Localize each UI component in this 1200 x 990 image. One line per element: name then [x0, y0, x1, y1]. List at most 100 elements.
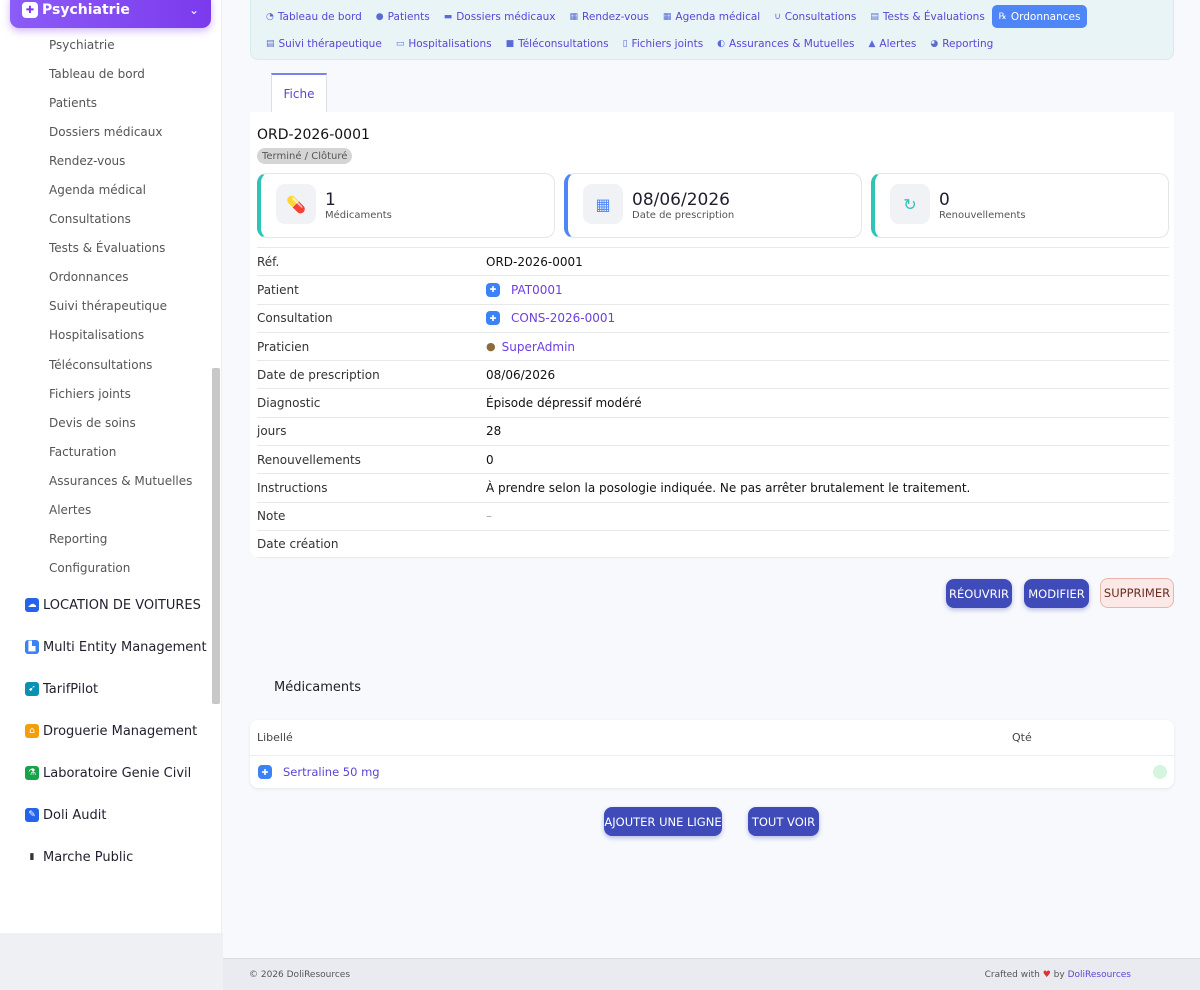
- app-doli-audit[interactable]: ✎ Doli Audit: [0, 794, 212, 836]
- store-icon: ⌂: [25, 724, 39, 738]
- reopen-button[interactable]: RÉOUVRIR: [946, 579, 1012, 608]
- see-all-button[interactable]: TOUT VOIR: [748, 807, 819, 836]
- status-badge: Terminé / Clôturé: [257, 148, 353, 164]
- app-droguerie-management[interactable]: ⌂ Droguerie Management: [0, 710, 212, 752]
- topnav-agenda-medical[interactable]: ▦ Agenda médical: [656, 5, 767, 28]
- sidebar-item-fichiers-joints[interactable]: Fichiers joints: [0, 379, 212, 408]
- sidebar-item-assurances-mutuelles[interactable]: Assurances & Mutuelles: [0, 466, 212, 495]
- stat-card-date-de-prescription: ▦ 08/06/2026 Date de prescription: [564, 173, 862, 238]
- copyright: © 2026 DoliResources: [249, 969, 351, 980]
- field-value[interactable]: ● SuperAdmin: [486, 340, 575, 354]
- footer-brand-link[interactable]: DoliResources: [1068, 970, 1131, 980]
- stethoscope-icon: ∪: [774, 11, 781, 22]
- topnav-alertes[interactable]: ▲ Alertes: [862, 32, 924, 55]
- sidebar-item-hospitalisations[interactable]: Hospitalisations: [0, 321, 212, 350]
- clipboard-icon: ▤: [870, 11, 879, 22]
- chevron-down-icon: ⌄: [188, 3, 199, 17]
- sidebar-item-psychiatrie[interactable]: Psychiatrie: [0, 30, 212, 59]
- field-row-jours: jours 28: [257, 416, 1169, 445]
- field-label: Instructions: [257, 481, 328, 496]
- sidebar-item-ordonnances[interactable]: Ordonnances: [0, 263, 212, 292]
- sidebar-item-tests-evaluations[interactable]: Tests & Évaluations: [0, 234, 212, 263]
- app-label: Marche Public: [43, 849, 134, 865]
- sidebar-item-agenda-medical[interactable]: Agenda médical: [0, 175, 212, 204]
- app-tarifpilot[interactable]: ➹ TarifPilot: [0, 668, 212, 710]
- field-value: À prendre selon la posologie indiquée. N…: [486, 481, 971, 496]
- topnav-suivi-therapeutique[interactable]: ▤ Suivi thérapeutique: [259, 32, 389, 55]
- record-fields: Réf. ORD-2026-0001 Patient ✚ PAT0001 Consulta…: [257, 247, 1169, 559]
- topnav-tests-evaluations[interactable]: ▤ Tests & Évaluations: [863, 5, 991, 28]
- sidebar-item-configuration[interactable]: Configuration: [0, 554, 212, 583]
- shield-icon: ◐: [717, 38, 726, 49]
- tab-fiche[interactable]: Fiche: [271, 73, 327, 113]
- warning-icon: ▲: [868, 38, 876, 49]
- sidebar-item-facturation[interactable]: Facturation: [0, 437, 212, 466]
- app-label: Doli Audit: [43, 807, 107, 823]
- notes-icon: ▤: [266, 38, 275, 49]
- document-icon: ▮: [29, 852, 35, 862]
- topnav-consultations[interactable]: ∪ Consultations: [767, 5, 863, 28]
- topnav-tableau-de-bord[interactable]: ◔ Tableau de bord: [259, 5, 369, 28]
- sidebar-footer-area: [0, 933, 223, 990]
- topnav-dossiers-medicaux[interactable]: ▬ Dossiers médicaux: [437, 5, 563, 28]
- field-row-renouvellements: Renouvellements 0: [257, 445, 1169, 473]
- sidebar-item-devis-de-soins[interactable]: Devis de soins: [0, 408, 212, 437]
- app-marche-public[interactable]: ▮ Marche Public: [0, 836, 212, 878]
- sidebar-item-patients[interactable]: Patients: [0, 88, 212, 117]
- sidebar-item-teleconsultations[interactable]: Téléconsultations: [0, 350, 212, 379]
- module-menu-psychiatrie[interactable]: ✚ Psychiatrie ⌄: [10, 0, 211, 28]
- delete-button[interactable]: SUPPRIMER: [1100, 578, 1174, 608]
- sidebar-item-alertes[interactable]: Alertes: [0, 496, 212, 525]
- field-value[interactable]: ✚ PAT0001: [486, 282, 563, 297]
- record-chip-icon: ✚: [486, 282, 500, 297]
- sidebar-scrollbar[interactable]: [212, 368, 220, 704]
- topnav-patients[interactable]: ● Patients: [369, 5, 437, 28]
- topnav-reporting[interactable]: ◕ Reporting: [923, 32, 1000, 55]
- status-dot-icon: [1153, 765, 1167, 779]
- field-label: Date de prescription: [257, 367, 380, 382]
- topnav-fichiers-joints[interactable]: ▯ Fichiers joints: [616, 32, 711, 55]
- sidebar-item-tableau-de-bord[interactable]: Tableau de bord: [0, 59, 212, 88]
- app-label: Multi Entity Management: [43, 639, 207, 655]
- stat-value: 0: [939, 190, 950, 210]
- add-line-button[interactable]: AJOUTER UNE LIGNE: [604, 807, 722, 836]
- refresh-icon: ↻: [890, 184, 930, 224]
- field-row-consultation: Consultation ✚ CONS-2026-0001: [257, 303, 1169, 332]
- medication-label[interactable]: Sertraline 50 mg: [283, 765, 380, 779]
- app-label: TarifPilot: [43, 681, 99, 697]
- app-laboratoire-genie-civil[interactable]: ⚗ Laboratoire Genie Civil: [0, 752, 212, 794]
- field-value[interactable]: ✚ CONS-2026-0001: [486, 311, 615, 326]
- stat-card-medicaments: 💊 1 Médicaments: [257, 173, 555, 238]
- sidebar-item-suivi-therapeutique[interactable]: Suivi thérapeutique: [0, 292, 212, 321]
- pie-chart-icon: ◕: [930, 38, 939, 49]
- field-value: ORD-2026-0001: [486, 254, 583, 269]
- file-icon: ▯: [622, 38, 628, 49]
- table-row[interactable]: ✚ Sertraline 50 mg: [250, 756, 1174, 788]
- app-list: ☁ LOCATION DE VOITURES ▙ Multi Entity Manag…: [0, 584, 212, 878]
- topnav-ordonnances[interactable]: ℞ Ordonnances: [991, 5, 1088, 28]
- sidebar-item-consultations[interactable]: Consultations: [0, 205, 212, 234]
- topnav-rendez-vous[interactable]: ▦ Rendez-vous: [563, 5, 656, 28]
- app-multi-entity-management[interactable]: ▙ Multi Entity Management: [0, 626, 212, 668]
- module-label: Psychiatrie: [42, 2, 130, 18]
- medications-title: Médicaments: [274, 680, 361, 695]
- sidebar-item-rendez-vous[interactable]: Rendez-vous: [0, 146, 212, 175]
- calendar-icon: ▦: [583, 184, 623, 224]
- topnav-hospitalisations[interactable]: ▭ Hospitalisations: [389, 32, 499, 55]
- edit-button[interactable]: MODIFIER: [1024, 579, 1089, 608]
- crafted-with: Crafted with ♥ by DoliResources: [984, 969, 1131, 980]
- sidebar-item-dossiers-medicaux[interactable]: Dossiers médicaux: [0, 117, 212, 146]
- submenu: Psychiatrie Tableau de bord Patients Dossie…: [0, 30, 212, 583]
- medications-table: Libellé Qté ✚ Sertraline 50 mg: [250, 720, 1174, 788]
- sidebar-item-reporting[interactable]: Reporting: [0, 525, 212, 554]
- bed-icon: ▭: [395, 38, 405, 49]
- tab-strip: Fiche: [250, 72, 1174, 113]
- app-location-de-voitures[interactable]: ☁ LOCATION DE VOITURES: [0, 584, 212, 626]
- field-label: Note: [257, 509, 286, 524]
- topnav-assurances-mutuelles[interactable]: ◐ Assurances & Mutuelles: [710, 32, 861, 55]
- topnav-teleconsultations[interactable]: ■ Téléconsultations: [499, 32, 616, 55]
- pills-icon: 💊: [276, 184, 316, 224]
- field-label: jours: [257, 424, 287, 439]
- field-row-patient: Patient ✚ PAT0001: [257, 275, 1169, 303]
- user-icon: ●: [375, 11, 384, 22]
